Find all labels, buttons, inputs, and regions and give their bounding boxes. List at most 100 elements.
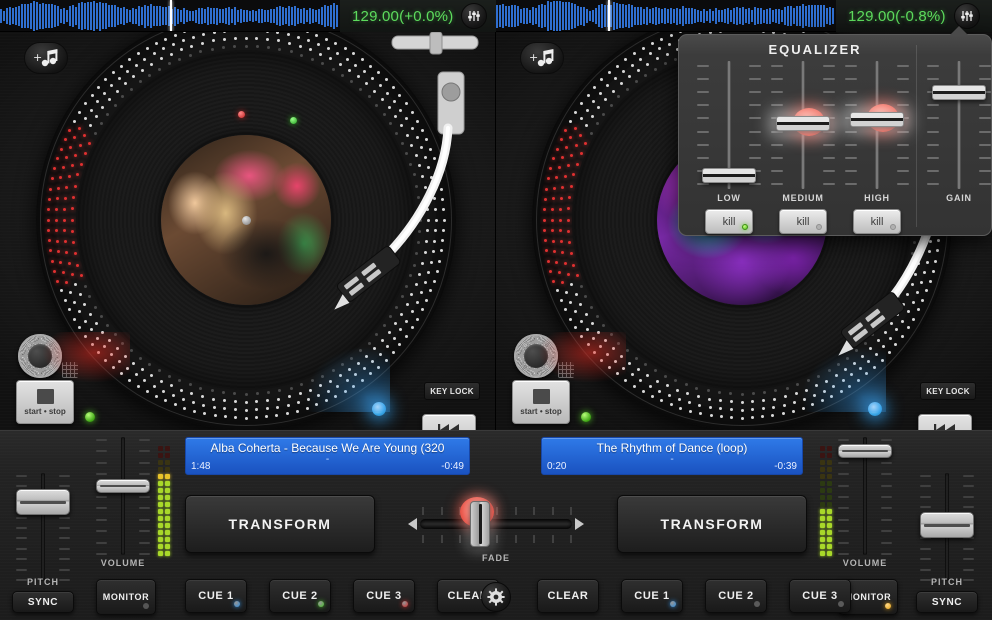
- crossfader-left-arrow-icon[interactable]: [408, 518, 417, 530]
- track-info-left[interactable]: Alba Coherta - Because We Are Young (320…: [185, 437, 470, 475]
- kill-button-low[interactable]: kill: [705, 209, 753, 234]
- cue-button-cue-2[interactable]: CUE 2: [705, 579, 767, 613]
- strobe-dot: [309, 389, 312, 392]
- key-lock-button-right[interactable]: KEY LOCK: [920, 382, 976, 400]
- pitch-fader-cap-right[interactable]: [920, 512, 974, 538]
- key-lock-button-left[interactable]: KEY LOCK: [424, 382, 480, 400]
- waveform-bar: [252, 10, 254, 22]
- strobe-dot: [182, 39, 185, 42]
- crossfader-right-arrow-icon[interactable]: [575, 518, 584, 530]
- sync-button-right[interactable]: SYNC: [916, 591, 978, 613]
- transform-label-right: TRANSFORM: [661, 516, 764, 532]
- waveform-bar: [739, 8, 741, 24]
- strobe-dot: [178, 58, 181, 61]
- strobe-dot: [416, 301, 419, 304]
- equalizer-tick: [749, 131, 761, 133]
- platter-left[interactable]: [36, 32, 456, 430]
- equalizer-toggle-left-icon[interactable]: [461, 3, 487, 29]
- pitch-fader-cap-left[interactable]: [16, 489, 70, 515]
- equalizer-fader-high[interactable]: [850, 112, 904, 127]
- volume-fader-right[interactable]: [838, 437, 892, 555]
- strobe-dot: [567, 230, 570, 233]
- sync-button-left[interactable]: SYNC: [12, 591, 74, 613]
- strobe-dot: [553, 250, 556, 253]
- fader-tick: [963, 475, 974, 477]
- strobe-dot: [564, 129, 567, 132]
- equalizer-fader-low[interactable]: [702, 168, 756, 183]
- waveform-bar: [306, 10, 308, 22]
- waveform-bar: [775, 9, 777, 23]
- add-music-button-right[interactable]: +: [520, 42, 564, 74]
- equalizer-fader-medium[interactable]: [776, 116, 830, 131]
- strobe-dot: [126, 367, 129, 370]
- strobe-dot: [277, 398, 280, 401]
- strobe-dot: [925, 289, 928, 292]
- vu-segment: [165, 474, 170, 479]
- strobe-dot: [121, 342, 124, 345]
- strobe-dot: [424, 281, 427, 284]
- pitch-fader-right[interactable]: [920, 473, 974, 581]
- strobe-dot: [569, 120, 572, 123]
- equalizer-fader-gain[interactable]: [932, 85, 986, 100]
- transform-button-left[interactable]: TRANSFORM: [185, 495, 375, 553]
- strobe-dot: [60, 148, 63, 151]
- start-stop-button-right[interactable]: start • stop: [512, 380, 570, 424]
- start-stop-button-left[interactable]: start • stop: [16, 380, 74, 424]
- strobe-dot: [53, 270, 56, 273]
- cue-button-cue-3[interactable]: CUE 3: [789, 579, 851, 613]
- waveform-bar: [670, 8, 672, 23]
- cue-button-clear[interactable]: CLEAR: [537, 579, 599, 613]
- kill-button-medium[interactable]: kill: [779, 209, 827, 234]
- strobe-dot: [772, 406, 775, 409]
- kill-button-high[interactable]: kill: [853, 209, 901, 234]
- pitch-knob-left[interactable]: [18, 334, 62, 378]
- cue-button-cue-3[interactable]: CUE 3: [353, 579, 415, 613]
- equalizer-tick: [697, 144, 709, 146]
- strobe-dot: [441, 198, 444, 201]
- waveform-bar: [231, 9, 233, 23]
- crossfader-tick: [441, 507, 443, 515]
- settings-button[interactable]: [481, 582, 511, 612]
- waveform-bar: [661, 9, 663, 22]
- strobe-dot: [84, 117, 87, 120]
- volume-fader-cap-right[interactable]: [838, 444, 892, 458]
- cue-button-cue-1[interactable]: CUE 1: [621, 579, 683, 613]
- crossfader-cap[interactable]: [470, 501, 490, 547]
- pitch-knob-right[interactable]: [514, 334, 558, 378]
- strobe-dot: [668, 394, 671, 397]
- strobe-dot: [234, 37, 237, 40]
- reverse-button-left[interactable]: reverse: [422, 414, 476, 430]
- pitch-fader-left[interactable]: [16, 473, 70, 581]
- album-artwork-left[interactable]: [161, 135, 331, 305]
- reverse-button-right[interactable]: reverse: [918, 414, 972, 430]
- strobe-dot: [399, 328, 402, 331]
- strobe-dot: [71, 230, 74, 233]
- strobe-dot: [560, 240, 563, 243]
- cue-button-cue-2[interactable]: CUE 2: [269, 579, 331, 613]
- vu-segment: [165, 509, 170, 514]
- strobe-dot: [678, 398, 681, 401]
- strobe-dot: [660, 38, 663, 41]
- crossfader[interactable]: FADE: [406, 489, 586, 567]
- strobe-dot: [375, 333, 378, 336]
- waveform-bar: [562, 2, 564, 29]
- transform-button-right[interactable]: TRANSFORM: [617, 495, 807, 553]
- strobe-dot: [383, 324, 386, 327]
- volume-fader-cap-left[interactable]: [96, 479, 150, 493]
- cue-button-cue-1[interactable]: CUE 1: [185, 579, 247, 613]
- waveform-bar: [631, 5, 633, 26]
- waveform-bar: [700, 11, 702, 22]
- track-info-right[interactable]: The Rhythm of Dance (loop) - 0:20 -0:39: [541, 437, 803, 475]
- cue-led: [402, 601, 408, 607]
- add-music-button-left[interactable]: +: [24, 42, 68, 74]
- strobe-dot: [57, 187, 60, 190]
- strobe-dot: [633, 385, 636, 388]
- mixer-panel: Alba Coherta - Because We Are Young (320…: [0, 430, 992, 620]
- volume-fader-left[interactable]: [96, 437, 150, 555]
- monitor-button-left[interactable]: MONITOR: [96, 579, 156, 615]
- vu-segment: [820, 509, 825, 514]
- strobe-dot: [421, 262, 424, 265]
- strobe-dot: [63, 219, 66, 222]
- vu-segment: [158, 516, 163, 521]
- strobe-dot: [585, 124, 588, 127]
